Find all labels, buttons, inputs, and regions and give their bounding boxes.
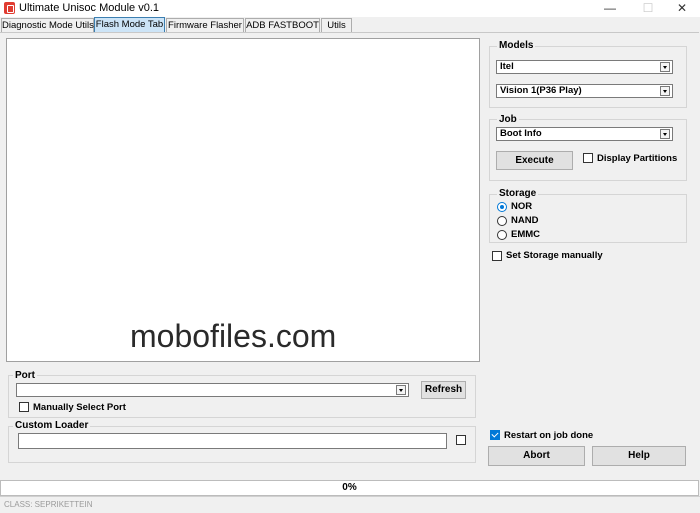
manually-select-port-checkbox[interactable] — [19, 402, 29, 412]
port-select[interactable] — [16, 383, 409, 397]
brand-select[interactable]: Itel — [496, 60, 673, 74]
model-select[interactable]: Vision 1(P36 Play) — [496, 84, 673, 98]
chevron-down-icon — [660, 129, 670, 139]
abort-button[interactable]: Abort — [488, 446, 585, 466]
log-output[interactable] — [6, 38, 480, 362]
chevron-down-icon — [660, 62, 670, 72]
storage-option-emmc: EMMC — [511, 229, 541, 240]
display-partitions-label: Display Partitions — [597, 153, 678, 164]
status-text: CLASS: SEPRIKETTEIN — [4, 500, 93, 509]
storage-label: Storage — [497, 188, 539, 199]
chevron-down-icon — [396, 385, 406, 395]
display-partitions-checkbox[interactable] — [583, 153, 593, 163]
tab-strip: Diagnostic Mode Utils Flash Mode Tab Fir… — [0, 17, 700, 33]
refresh-button[interactable]: Refresh — [421, 381, 466, 399]
storage-option-nand: NAND — [511, 215, 539, 226]
execute-button[interactable]: Execute — [496, 151, 573, 170]
storage-option-nor: NOR — [511, 201, 533, 212]
chevron-down-icon — [660, 86, 670, 96]
close-icon[interactable]: ✕ — [664, 0, 700, 17]
window-title: Ultimate Unisoc Module v0.1 — [19, 2, 160, 14]
maximize-icon[interactable]: ☐ — [630, 0, 666, 17]
job-selected-value: Boot Info — [500, 128, 542, 139]
models-label: Models — [497, 40, 536, 51]
restart-on-job-done-checkbox[interactable] — [490, 430, 500, 440]
custom-loader-checkbox[interactable] — [456, 435, 466, 445]
progress-percent: 0% — [342, 482, 357, 493]
minimize-icon[interactable]: — — [592, 0, 628, 17]
models-group — [489, 46, 687, 108]
tab-diagnostic-mode-utils[interactable]: Diagnostic Mode Utils — [1, 18, 94, 32]
storage-radio-nand[interactable] — [497, 216, 507, 226]
tab-firmware-flasher[interactable]: Firmware Flasher — [166, 18, 244, 32]
brand-selected-value: Itel — [500, 61, 514, 72]
custom-loader-label: Custom Loader — [13, 420, 91, 431]
restart-on-job-done-label: Restart on job done — [504, 430, 594, 441]
tab-adb-fastboot[interactable]: ADB FASTBOOT — [245, 18, 320, 32]
job-select[interactable]: Boot Info — [496, 127, 673, 141]
port-label: Port — [13, 370, 37, 381]
storage-radio-emmc[interactable] — [497, 230, 507, 240]
set-storage-manually-label: Set Storage manually — [506, 250, 603, 261]
status-bar — [0, 496, 700, 513]
model-selected-value: Vision 1(P36 Play) — [500, 85, 582, 96]
set-storage-manually-checkbox[interactable] — [492, 251, 502, 261]
manually-select-port-label: Manually Select Port — [33, 402, 126, 413]
app-icon — [4, 2, 15, 14]
help-button[interactable]: Help — [592, 446, 686, 466]
tab-utils[interactable]: Utils — [321, 18, 352, 32]
tab-flash-mode[interactable]: Flash Mode Tab — [94, 17, 165, 33]
storage-radio-nor[interactable] — [497, 202, 507, 212]
custom-loader-path-input[interactable] — [18, 433, 447, 449]
job-label: Job — [497, 114, 519, 125]
watermark: mobofiles.com — [130, 318, 337, 354]
